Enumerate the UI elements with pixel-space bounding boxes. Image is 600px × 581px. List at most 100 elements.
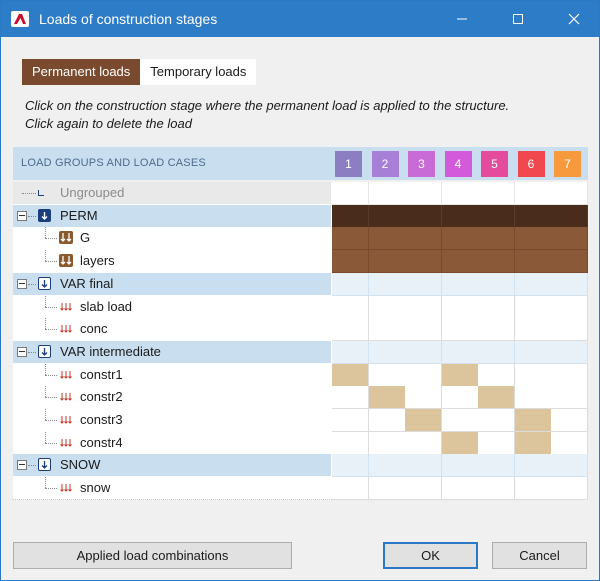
- stage-cell-3[interactable]: [405, 227, 442, 251]
- stage-cell-3[interactable]: [405, 386, 442, 410]
- stage-cell-4[interactable]: [441, 295, 479, 319]
- stage-cell-3[interactable]: [405, 431, 442, 455]
- stage-cell-4[interactable]: [441, 227, 479, 251]
- stage-cell-6[interactable]: [514, 272, 552, 296]
- stage-cell-5[interactable]: [478, 318, 515, 342]
- stage-cell-4[interactable]: [441, 477, 479, 501]
- stage-cell-2[interactable]: [368, 386, 406, 410]
- stage-cell-6[interactable]: [514, 295, 552, 319]
- stage-cell-4[interactable]: [441, 250, 479, 274]
- stage-cell-3[interactable]: [405, 204, 442, 228]
- stage-cell-1[interactable]: [332, 295, 369, 319]
- stage-cell-6[interactable]: [514, 454, 552, 478]
- stage-cell-5[interactable]: [478, 227, 515, 251]
- stage-cell-6[interactable]: [514, 318, 552, 342]
- stage-cell-7[interactable]: [551, 454, 588, 478]
- stage-cell-5[interactable]: [478, 454, 515, 478]
- stage-cell-1[interactable]: [332, 340, 369, 364]
- stage-cell-5[interactable]: [478, 386, 515, 410]
- stage-cell-2[interactable]: [368, 295, 406, 319]
- stage-cell-4[interactable]: [441, 431, 479, 455]
- stage-cell-1[interactable]: [332, 363, 369, 387]
- stage-cell-1[interactable]: [332, 431, 369, 455]
- stage-cell-6[interactable]: [514, 386, 552, 410]
- stage-cell-7[interactable]: [551, 295, 588, 319]
- stage-cell-4[interactable]: [441, 340, 479, 364]
- stage-cell-2[interactable]: [368, 340, 406, 364]
- stage-cell-7[interactable]: [551, 318, 588, 342]
- stage-cell-6[interactable]: [514, 250, 552, 274]
- stage-cell-6[interactable]: [514, 182, 552, 205]
- stage-cell-5[interactable]: [478, 250, 515, 274]
- stage-cell-7[interactable]: [551, 204, 588, 228]
- stage-cell-5[interactable]: [478, 182, 515, 205]
- stage-cell-2[interactable]: [368, 409, 406, 432]
- stage-cell-5[interactable]: [478, 363, 515, 387]
- tab-permanent-loads[interactable]: Permanent loads: [22, 59, 141, 85]
- stage-cell-2[interactable]: [368, 250, 406, 274]
- stage-cell-6[interactable]: [514, 204, 552, 228]
- stage-cell-7[interactable]: [551, 250, 588, 274]
- stage-cell-1[interactable]: [332, 227, 369, 251]
- stage-cell-7[interactable]: [551, 227, 588, 251]
- stage-cell-5[interactable]: [478, 295, 515, 319]
- stage-cell-4[interactable]: [441, 363, 479, 387]
- stage-cell-3[interactable]: [405, 250, 442, 274]
- stage-cell-4[interactable]: [441, 454, 479, 478]
- stage-cell-3[interactable]: [405, 363, 442, 387]
- close-icon[interactable]: [551, 1, 597, 37]
- stage-cell-2[interactable]: [368, 182, 406, 205]
- stage-cell-4[interactable]: [441, 182, 479, 205]
- stage-cell-6[interactable]: [514, 227, 552, 251]
- cancel-button[interactable]: Cancel: [492, 542, 587, 569]
- title-bar[interactable]: Loads of construction stages: [1, 1, 599, 37]
- stage-cell-6[interactable]: [514, 340, 552, 364]
- stage-cell-1[interactable]: [332, 318, 369, 342]
- stage-cell-2[interactable]: [368, 227, 406, 251]
- stage-cell-4[interactable]: [441, 318, 479, 342]
- collapse-toggle-icon[interactable]: [17, 210, 27, 221]
- stage-cell-7[interactable]: [551, 363, 588, 387]
- stage-cell-1[interactable]: [332, 272, 369, 296]
- stage-cell-5[interactable]: [478, 272, 515, 296]
- stage-cell-7[interactable]: [551, 340, 588, 364]
- stage-cell-5[interactable]: [478, 431, 515, 455]
- stage-cell-1[interactable]: [332, 386, 369, 410]
- stage-cell-6[interactable]: [514, 363, 552, 387]
- stage-cell-4[interactable]: [441, 409, 479, 432]
- collapse-toggle-icon[interactable]: [17, 460, 27, 471]
- stage-cell-3[interactable]: [405, 295, 442, 319]
- stage-cell-2[interactable]: [368, 204, 406, 228]
- stage-cell-7[interactable]: [551, 182, 588, 205]
- stage-cell-7[interactable]: [551, 431, 588, 455]
- minimize-icon[interactable]: [439, 1, 485, 37]
- stage-cell-3[interactable]: [405, 477, 442, 501]
- stage-cell-3[interactable]: [405, 272, 442, 296]
- stage-cell-2[interactable]: [368, 477, 406, 501]
- stage-cell-3[interactable]: [405, 182, 442, 205]
- applied-load-combinations-button[interactable]: Applied load combinations: [13, 542, 292, 569]
- stage-cell-2[interactable]: [368, 454, 406, 478]
- stage-cell-2[interactable]: [368, 318, 406, 342]
- maximize-icon[interactable]: [495, 1, 541, 37]
- stage-cell-6[interactable]: [514, 409, 552, 432]
- stage-cell-1[interactable]: [332, 182, 369, 205]
- stage-cell-1[interactable]: [332, 454, 369, 478]
- stage-cell-1[interactable]: [332, 204, 369, 228]
- stage-cell-5[interactable]: [478, 204, 515, 228]
- stage-cell-2[interactable]: [368, 431, 406, 455]
- stage-cell-4[interactable]: [441, 386, 479, 410]
- stage-cell-1[interactable]: [332, 409, 369, 432]
- collapse-toggle-icon[interactable]: [17, 346, 27, 357]
- stage-cell-3[interactable]: [405, 409, 442, 432]
- stage-cell-5[interactable]: [478, 409, 515, 432]
- ok-button[interactable]: OK: [383, 542, 478, 569]
- stage-cell-6[interactable]: [514, 431, 552, 455]
- tab-temporary-loads[interactable]: Temporary loads: [140, 59, 257, 85]
- stage-cell-7[interactable]: [551, 272, 588, 296]
- stage-cell-2[interactable]: [368, 272, 406, 296]
- stage-cell-2[interactable]: [368, 363, 406, 387]
- collapse-toggle-icon[interactable]: [17, 278, 27, 289]
- stage-cell-3[interactable]: [405, 318, 442, 342]
- stage-cell-7[interactable]: [551, 409, 588, 432]
